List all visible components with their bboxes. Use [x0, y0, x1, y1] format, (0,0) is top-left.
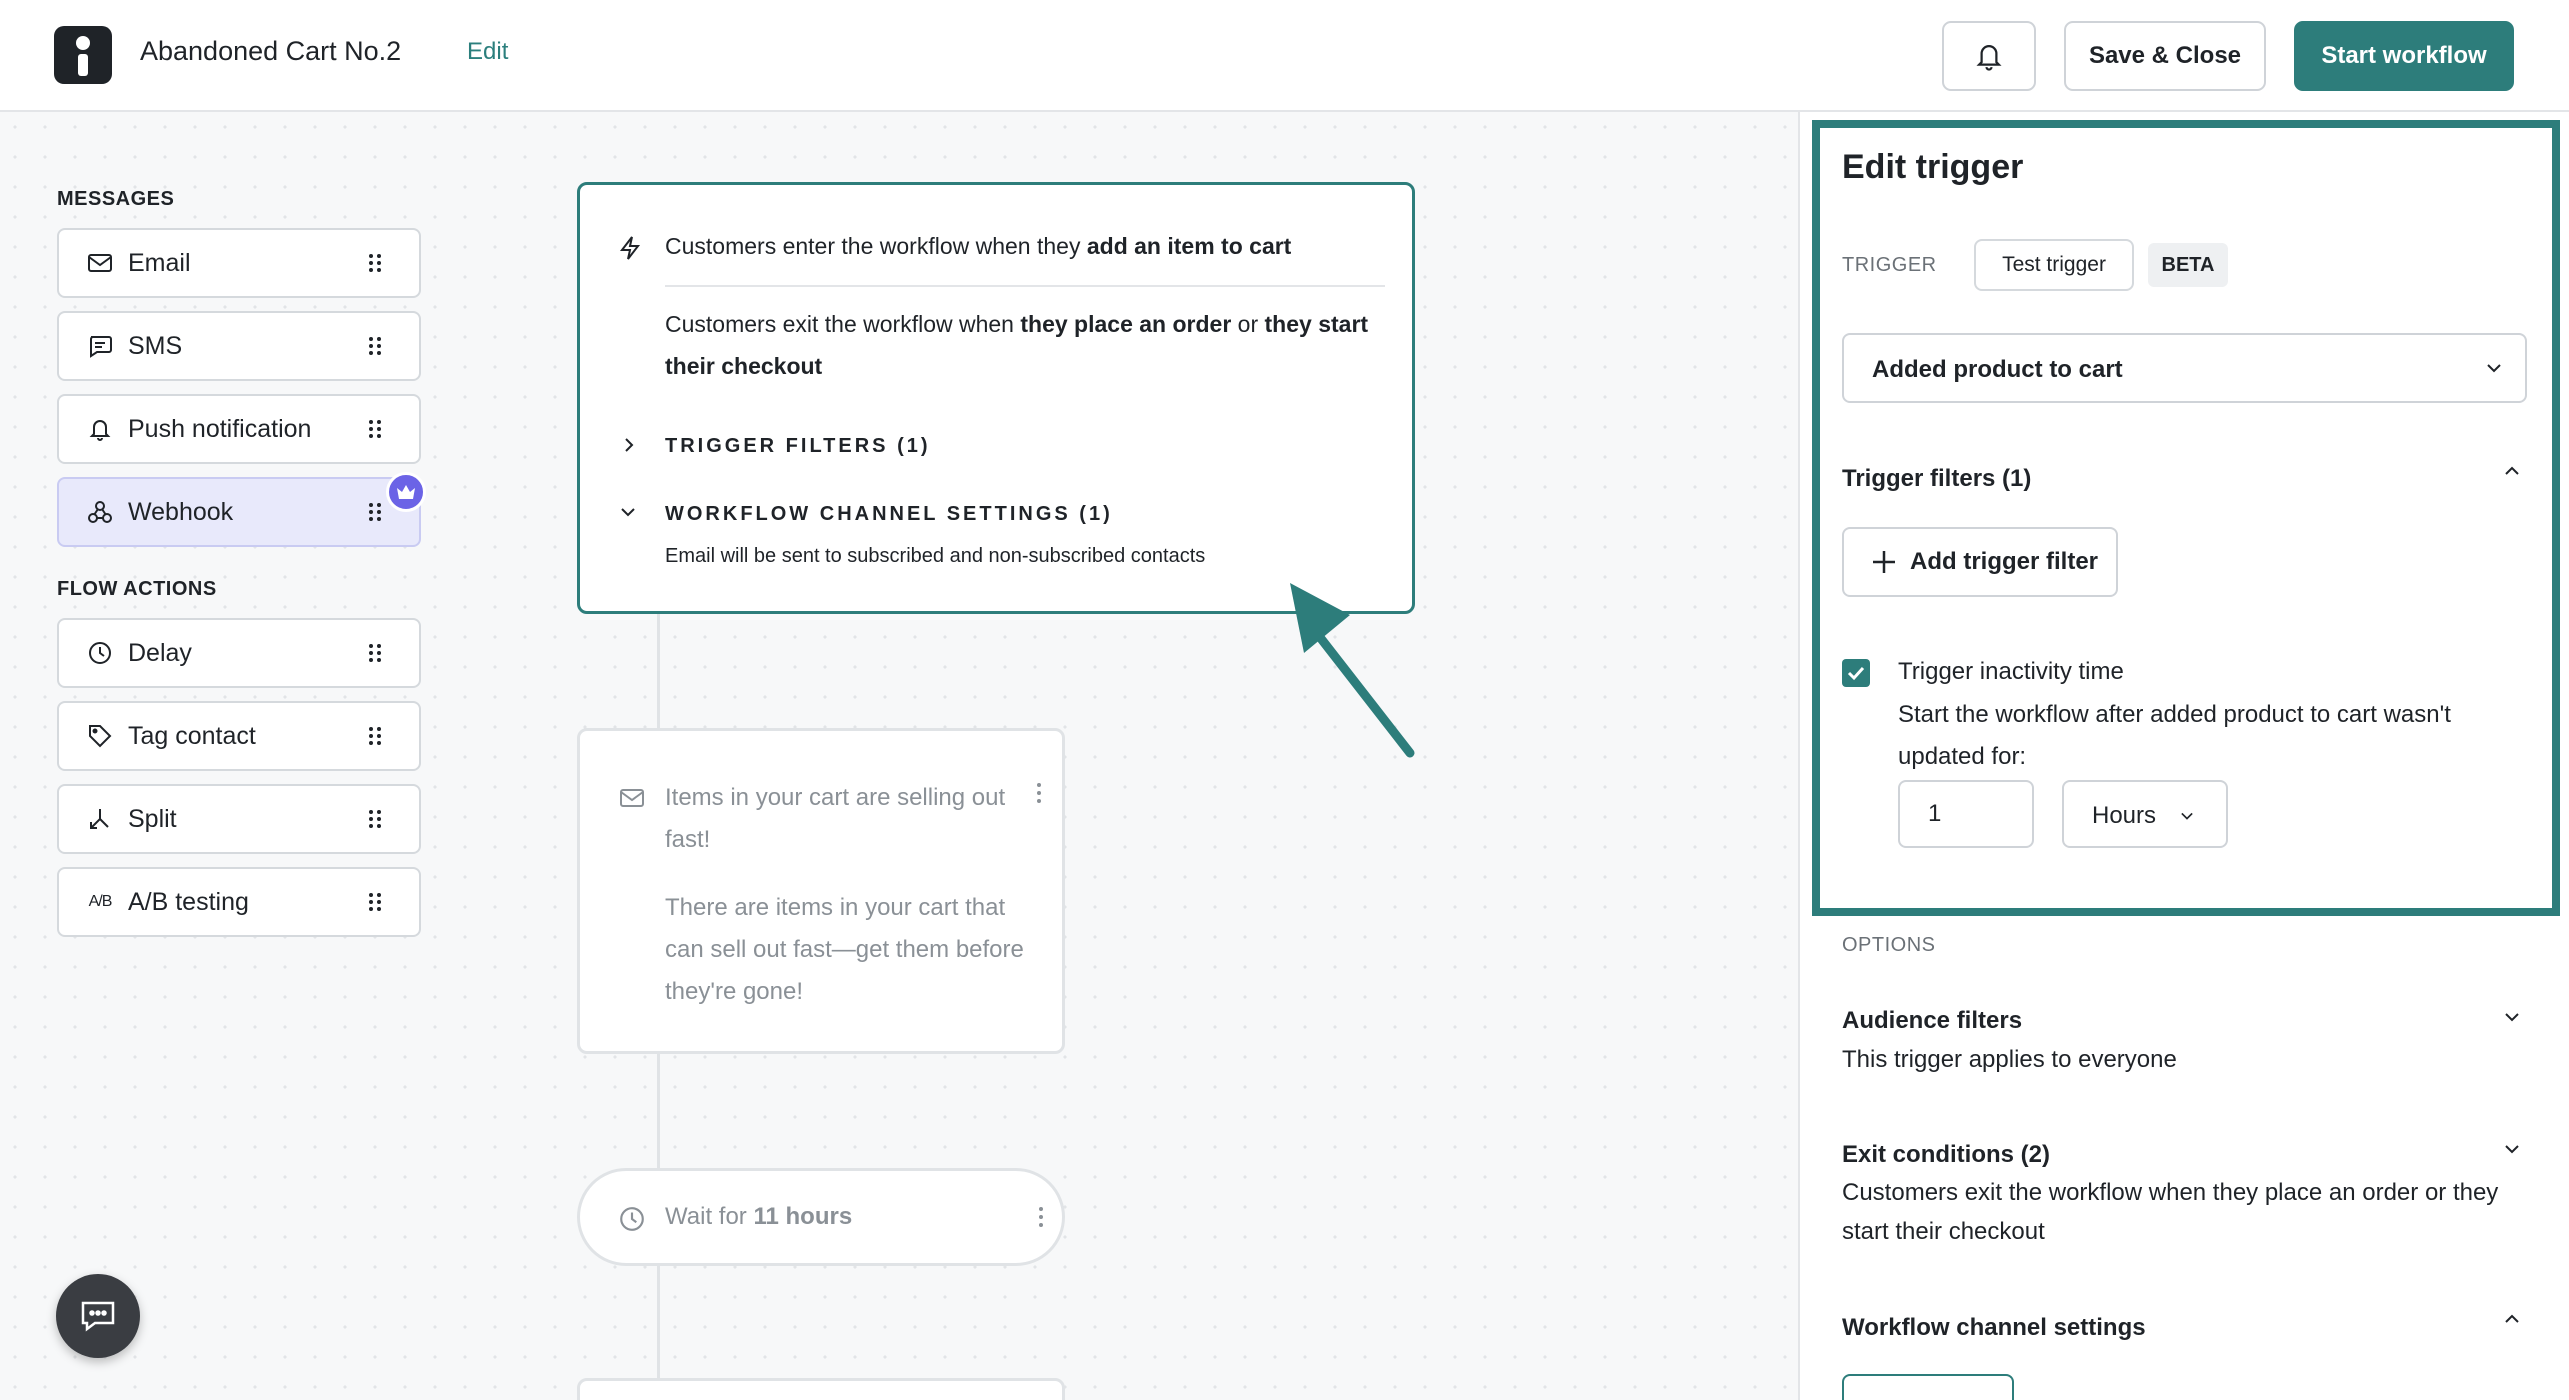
app-logo[interactable] — [54, 26, 112, 84]
palette-item-label: Push notification — [128, 414, 312, 443]
workflow-title: Abandoned Cart No.2 — [140, 36, 402, 66]
inactivity-checkbox[interactable] — [1842, 659, 1870, 687]
bell-icon — [86, 415, 114, 443]
chat-icon — [81, 1301, 115, 1332]
drag-handle-icon[interactable] — [365, 334, 385, 358]
options-label: OPTIONS — [1842, 934, 1936, 956]
lightning-icon — [619, 236, 641, 260]
clock-icon — [620, 1207, 644, 1231]
exit-conditions-title[interactable]: Exit conditions (2) — [1842, 1141, 2050, 1169]
bell-icon — [1976, 45, 2002, 71]
channel-option-button[interactable] — [1842, 1374, 2014, 1400]
flow-actions-section-label: FLOW ACTIONS — [57, 578, 217, 600]
test-trigger-button[interactable]: Test trigger — [1974, 239, 2134, 291]
tag-icon — [86, 722, 114, 750]
chevron-down-icon[interactable] — [618, 505, 638, 519]
drag-handle-icon[interactable] — [365, 500, 385, 524]
inactivity-title: Trigger inactivity time — [1898, 658, 2124, 685]
palette-item-label: Delay — [128, 638, 192, 667]
audience-filters-title[interactable]: Audience filters — [1842, 1007, 2022, 1035]
drag-handle-icon[interactable] — [365, 890, 385, 914]
palette-item-ab-testing[interactable]: A/B A/B testing — [57, 867, 421, 937]
ab-icon: A/B — [88, 893, 113, 910]
channel-settings-toggle[interactable]: WORKFLOW CHANNEL SETTINGS (1) — [665, 503, 1113, 526]
chevron-right-icon[interactable] — [622, 435, 636, 455]
mail-icon — [86, 249, 114, 277]
trigger-filters-title[interactable]: Trigger filters (1) — [1842, 465, 2031, 493]
drag-handle-icon[interactable] — [365, 724, 385, 748]
divider — [665, 285, 1385, 287]
palette-item-label: SMS — [128, 331, 183, 360]
more-options-icon[interactable] — [1036, 781, 1042, 805]
palette-item-email[interactable]: Email — [57, 228, 421, 298]
connector-line — [657, 614, 660, 728]
chevron-down-icon — [2487, 364, 2501, 373]
chevron-down-icon[interactable] — [2502, 1010, 2522, 1024]
email-message-node[interactable]: Items in your cart are selling out fast!… — [577, 728, 1065, 1054]
mail-icon — [620, 789, 644, 807]
palette-item-label: A/B testing — [128, 887, 249, 916]
trigger-node-card[interactable]: Customers enter the workflow when they a… — [577, 182, 1415, 614]
channel-settings-desc: Email will be sent to subscribed and non… — [665, 545, 1206, 567]
exit-conditions-desc: Customers exit the workflow when they pl… — [1842, 1179, 2499, 1245]
palette-item-sms[interactable]: SMS — [57, 311, 421, 381]
connector-line — [657, 1054, 660, 1168]
palette-item-delay[interactable]: Delay — [57, 618, 421, 688]
palette-item-split[interactable]: Split — [57, 784, 421, 854]
panel-title: Edit trigger — [1842, 148, 2024, 186]
chevron-down-icon — [2181, 812, 2193, 820]
connector-line — [657, 1266, 660, 1378]
save-close-button[interactable]: Save & Close — [2064, 21, 2266, 91]
drag-handle-icon[interactable] — [365, 251, 385, 275]
premium-crown-icon — [386, 472, 426, 512]
message-subject: Items in your cart are selling out fast! — [665, 784, 1006, 853]
delay-node[interactable]: Wait for 11 hours — [577, 1168, 1065, 1266]
webhook-icon — [86, 498, 114, 526]
palette-item-webhook[interactable]: Webhook — [57, 477, 421, 547]
trigger-exit-text: Customers exit the workflow when they pl… — [665, 311, 1369, 379]
plus-icon — [1873, 551, 1895, 573]
drag-handle-icon[interactable] — [365, 807, 385, 831]
add-trigger-filter-button[interactable]: Add trigger filter — [1842, 527, 2118, 597]
chat-bubble-icon — [86, 332, 114, 360]
chevron-up-icon[interactable] — [2502, 1312, 2522, 1326]
palette-item-push-notification[interactable]: Push notification — [57, 394, 421, 464]
beta-badge: BETA — [2148, 243, 2228, 287]
palette-item-tag-contact[interactable]: Tag contact — [57, 701, 421, 771]
delay-text: Wait for 11 hours — [665, 1203, 853, 1230]
palette-item-label: Email — [128, 248, 191, 277]
message-preview: There are items in your cart that can se… — [665, 894, 1024, 1005]
notifications-button[interactable] — [1942, 21, 2036, 91]
palette-item-label: Split — [128, 804, 177, 833]
more-options-icon[interactable] — [1038, 1205, 1044, 1229]
chat-support-button[interactable] — [56, 1274, 140, 1358]
start-workflow-button[interactable]: Start workflow — [2294, 21, 2514, 91]
clock-icon — [86, 639, 114, 667]
inactivity-desc: Start the workflow after added product t… — [1898, 701, 2451, 770]
audience-filters-desc: This trigger applies to everyone — [1842, 1046, 2177, 1073]
trigger-enter-text: Customers enter the workflow when they a… — [665, 233, 1292, 259]
split-icon — [86, 805, 114, 833]
palette-item-label: Tag contact — [128, 721, 256, 750]
check-icon — [1847, 666, 1865, 681]
trigger-label: TRIGGER — [1842, 254, 1937, 276]
next-node-card[interactable] — [577, 1378, 1065, 1400]
channel-settings-title[interactable]: Workflow channel settings — [1842, 1314, 2146, 1342]
chevron-down-icon[interactable] — [2502, 1142, 2522, 1156]
drag-handle-icon[interactable] — [365, 641, 385, 665]
messages-section-label: MESSAGES — [57, 188, 175, 210]
palette-item-label: Webhook — [128, 497, 234, 526]
trigger-type-value: Added product to cart — [1872, 356, 2123, 383]
drag-handle-icon[interactable] — [365, 417, 385, 441]
trigger-filters-toggle[interactable]: TRIGGER FILTERS (1) — [665, 435, 931, 458]
top-header: Abandoned Cart No.2 Edit Save & Close St… — [0, 0, 2569, 112]
add-trigger-filter-label: Add trigger filter — [1910, 548, 2099, 575]
inactivity-unit-select[interactable]: Hours — [2062, 780, 2228, 848]
edit-title-link[interactable]: Edit — [467, 38, 508, 66]
chevron-up-icon[interactable] — [2502, 464, 2522, 478]
annotation-arrow-icon — [1290, 583, 1415, 758]
trigger-type-select[interactable]: Added product to cart — [1842, 333, 2527, 403]
inactivity-unit-value: Hours — [2092, 802, 2157, 829]
inactivity-value-input[interactable]: 1 — [1898, 780, 2034, 848]
